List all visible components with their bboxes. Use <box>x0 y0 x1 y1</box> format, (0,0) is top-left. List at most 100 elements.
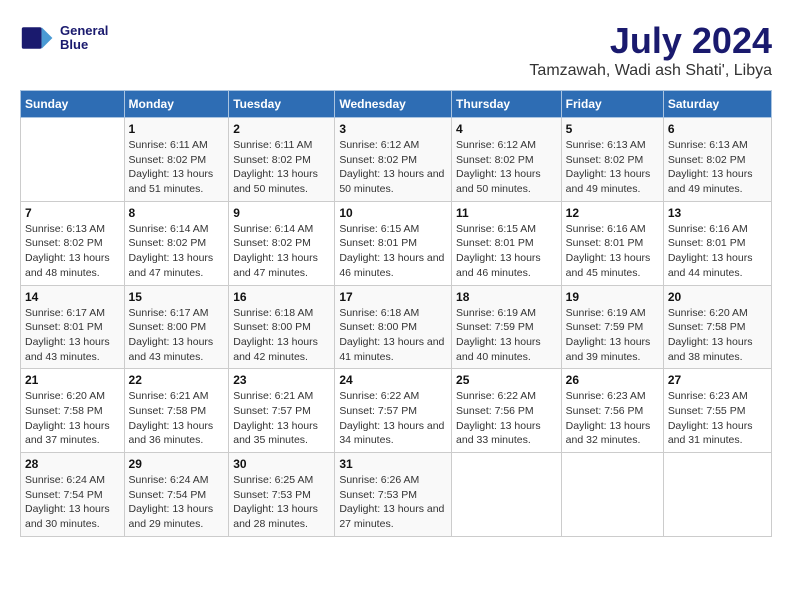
calendar-week-row: 7 Sunrise: 6:13 AMSunset: 8:02 PMDaylight… <box>21 201 772 285</box>
day-info: Sunrise: 6:18 AMSunset: 8:00 PMDaylight:… <box>339 306 447 365</box>
day-info: Sunrise: 6:23 AMSunset: 7:55 PMDaylight:… <box>668 389 767 448</box>
day-number: 1 <box>129 122 225 136</box>
calendar-cell: 5 Sunrise: 6:13 AMSunset: 8:02 PMDaylight… <box>561 118 663 202</box>
calendar-cell: 24 Sunrise: 6:22 AMSunset: 7:57 PMDayligh… <box>335 369 452 453</box>
weekday-header-wednesday: Wednesday <box>335 91 452 118</box>
calendar-cell <box>452 453 562 537</box>
calendar-cell: 2Sunrise: 6:11 AMSunset: 8:02 PMDaylight… <box>229 118 335 202</box>
day-info: Sunrise: 6:18 AMSunset: 8:00 PMDaylight:… <box>233 306 330 365</box>
day-info: Sunrise: 6:14 AMSunset: 8:02 PMDaylight:… <box>233 222 330 281</box>
day-info: Sunrise: 6:19 AMSunset: 7:59 PMDaylight:… <box>566 306 659 365</box>
calendar-cell: 19 Sunrise: 6:19 AMSunset: 7:59 PMDayligh… <box>561 285 663 369</box>
calendar-cell: 4 Sunrise: 6:12 AMSunset: 8:02 PMDaylight… <box>452 118 562 202</box>
day-number: 18 <box>456 290 557 304</box>
day-info: Sunrise: 6:13 AMSunset: 8:02 PMDaylight:… <box>566 138 659 197</box>
day-info: Sunrise: 6:21 AMSunset: 7:58 PMDaylight:… <box>129 389 225 448</box>
page-header: General Blue July 2024 Tamzawah, Wadi as… <box>20 20 772 80</box>
calendar-cell: 12Sunrise: 6:16 AMSunset: 8:01 PMDayligh… <box>561 201 663 285</box>
calendar-cell: 8 Sunrise: 6:14 AMSunset: 8:02 PMDaylight… <box>124 201 229 285</box>
day-number: 2 <box>233 122 330 136</box>
day-info: Sunrise: 6:19 AMSunset: 7:59 PMDaylight:… <box>456 306 557 365</box>
day-number: 28 <box>25 457 120 471</box>
day-number: 3 <box>339 122 447 136</box>
calendar-cell: 16 Sunrise: 6:18 AMSunset: 8:00 PMDayligh… <box>229 285 335 369</box>
calendar-cell: 11Sunrise: 6:15 AMSunset: 8:01 PMDayligh… <box>452 201 562 285</box>
weekday-header-sunday: Sunday <box>21 91 125 118</box>
calendar-cell: 25 Sunrise: 6:22 AMSunset: 7:56 PMDayligh… <box>452 369 562 453</box>
day-number: 9 <box>233 206 330 220</box>
calendar-header: SundayMondayTuesdayWednesdayThursdayFrid… <box>21 91 772 118</box>
calendar-cell <box>21 118 125 202</box>
weekday-header-saturday: Saturday <box>663 91 771 118</box>
day-number: 27 <box>668 373 767 387</box>
day-info: Sunrise: 6:25 AMSunset: 7:53 PMDaylight:… <box>233 473 330 532</box>
logo-icon <box>20 20 56 56</box>
day-info: Sunrise: 6:21 AMSunset: 7:57 PMDaylight:… <box>233 389 330 448</box>
day-number: 10 <box>339 206 447 220</box>
calendar-subtitle: Tamzawah, Wadi ash Shati', Libya <box>529 62 772 80</box>
weekday-header-tuesday: Tuesday <box>229 91 335 118</box>
day-info: Sunrise: 6:26 AMSunset: 7:53 PMDaylight:… <box>339 473 447 532</box>
day-number: 31 <box>339 457 447 471</box>
day-number: 19 <box>566 290 659 304</box>
day-info: Sunrise: 6:13 AMSunset: 8:02 PMDaylight:… <box>25 222 120 281</box>
calendar-week-row: 28 Sunrise: 6:24 AMSunset: 7:54 PMDayligh… <box>21 453 772 537</box>
day-info: Sunrise: 6:20 AMSunset: 7:58 PMDaylight:… <box>25 389 120 448</box>
calendar-cell: 14 Sunrise: 6:17 AMSunset: 8:01 PMDayligh… <box>21 285 125 369</box>
day-number: 15 <box>129 290 225 304</box>
calendar-cell: 22Sunrise: 6:21 AMSunset: 7:58 PMDayligh… <box>124 369 229 453</box>
day-info: Sunrise: 6:22 AMSunset: 7:57 PMDaylight:… <box>339 389 447 448</box>
day-info: Sunrise: 6:14 AMSunset: 8:02 PMDaylight:… <box>129 222 225 281</box>
calendar-cell: 21 Sunrise: 6:20 AMSunset: 7:58 PMDayligh… <box>21 369 125 453</box>
day-number: 5 <box>566 122 659 136</box>
day-number: 24 <box>339 373 447 387</box>
weekday-header-row: SundayMondayTuesdayWednesdayThursdayFrid… <box>21 91 772 118</box>
day-number: 25 <box>456 373 557 387</box>
calendar-cell <box>561 453 663 537</box>
calendar-cell: 10 Sunrise: 6:15 AMSunset: 8:01 PMDayligh… <box>335 201 452 285</box>
calendar-title: July 2024 <box>529 20 772 62</box>
calendar-cell: 3Sunrise: 6:12 AMSunset: 8:02 PMDaylight… <box>335 118 452 202</box>
day-number: 12 <box>566 206 659 220</box>
day-number: 20 <box>668 290 767 304</box>
calendar-cell: 7 Sunrise: 6:13 AMSunset: 8:02 PMDaylight… <box>21 201 125 285</box>
calendar-cell: 1 Sunrise: 6:11 AMSunset: 8:02 PMDaylight… <box>124 118 229 202</box>
calendar-cell <box>663 453 771 537</box>
calendar-cell: 20 Sunrise: 6:20 AMSunset: 7:58 PMDayligh… <box>663 285 771 369</box>
day-info: Sunrise: 6:11 AMSunset: 8:02 PMDaylight:… <box>129 138 225 197</box>
calendar-cell: 15 Sunrise: 6:17 AMSunset: 8:00 PMDayligh… <box>124 285 229 369</box>
day-number: 14 <box>25 290 120 304</box>
calendar-cell: 27 Sunrise: 6:23 AMSunset: 7:55 PMDayligh… <box>663 369 771 453</box>
calendar-cell: 23 Sunrise: 6:21 AMSunset: 7:57 PMDayligh… <box>229 369 335 453</box>
logo-text: General Blue <box>60 24 108 53</box>
weekday-header-thursday: Thursday <box>452 91 562 118</box>
day-info: Sunrise: 6:12 AMSunset: 8:02 PMDaylight:… <box>456 138 557 197</box>
calendar-cell: 29Sunrise: 6:24 AMSunset: 7:54 PMDayligh… <box>124 453 229 537</box>
day-info: Sunrise: 6:24 AMSunset: 7:54 PMDaylight:… <box>25 473 120 532</box>
title-block: July 2024 Tamzawah, Wadi ash Shati', Lib… <box>529 20 772 80</box>
day-info: Sunrise: 6:24 AMSunset: 7:54 PMDaylight:… <box>129 473 225 532</box>
calendar-cell: 13Sunrise: 6:16 AMSunset: 8:01 PMDayligh… <box>663 201 771 285</box>
day-number: 21 <box>25 373 120 387</box>
day-number: 23 <box>233 373 330 387</box>
calendar-week-row: 1 Sunrise: 6:11 AMSunset: 8:02 PMDaylight… <box>21 118 772 202</box>
day-number: 8 <box>129 206 225 220</box>
day-info: Sunrise: 6:22 AMSunset: 7:56 PMDaylight:… <box>456 389 557 448</box>
day-info: Sunrise: 6:15 AMSunset: 8:01 PMDaylight:… <box>339 222 447 281</box>
day-number: 7 <box>25 206 120 220</box>
logo: General Blue <box>20 20 108 56</box>
calendar-week-row: 14 Sunrise: 6:17 AMSunset: 8:01 PMDayligh… <box>21 285 772 369</box>
day-info: Sunrise: 6:16 AMSunset: 8:01 PMDaylight:… <box>668 222 767 281</box>
calendar-cell: 17 Sunrise: 6:18 AMSunset: 8:00 PMDayligh… <box>335 285 452 369</box>
day-number: 11 <box>456 206 557 220</box>
day-number: 26 <box>566 373 659 387</box>
day-info: Sunrise: 6:20 AMSunset: 7:58 PMDaylight:… <box>668 306 767 365</box>
day-info: Sunrise: 6:17 AMSunset: 8:01 PMDaylight:… <box>25 306 120 365</box>
weekday-header-monday: Monday <box>124 91 229 118</box>
day-number: 4 <box>456 122 557 136</box>
calendar-cell: 30Sunrise: 6:25 AMSunset: 7:53 PMDayligh… <box>229 453 335 537</box>
day-number: 17 <box>339 290 447 304</box>
day-number: 6 <box>668 122 767 136</box>
day-number: 16 <box>233 290 330 304</box>
day-info: Sunrise: 6:17 AMSunset: 8:00 PMDaylight:… <box>129 306 225 365</box>
